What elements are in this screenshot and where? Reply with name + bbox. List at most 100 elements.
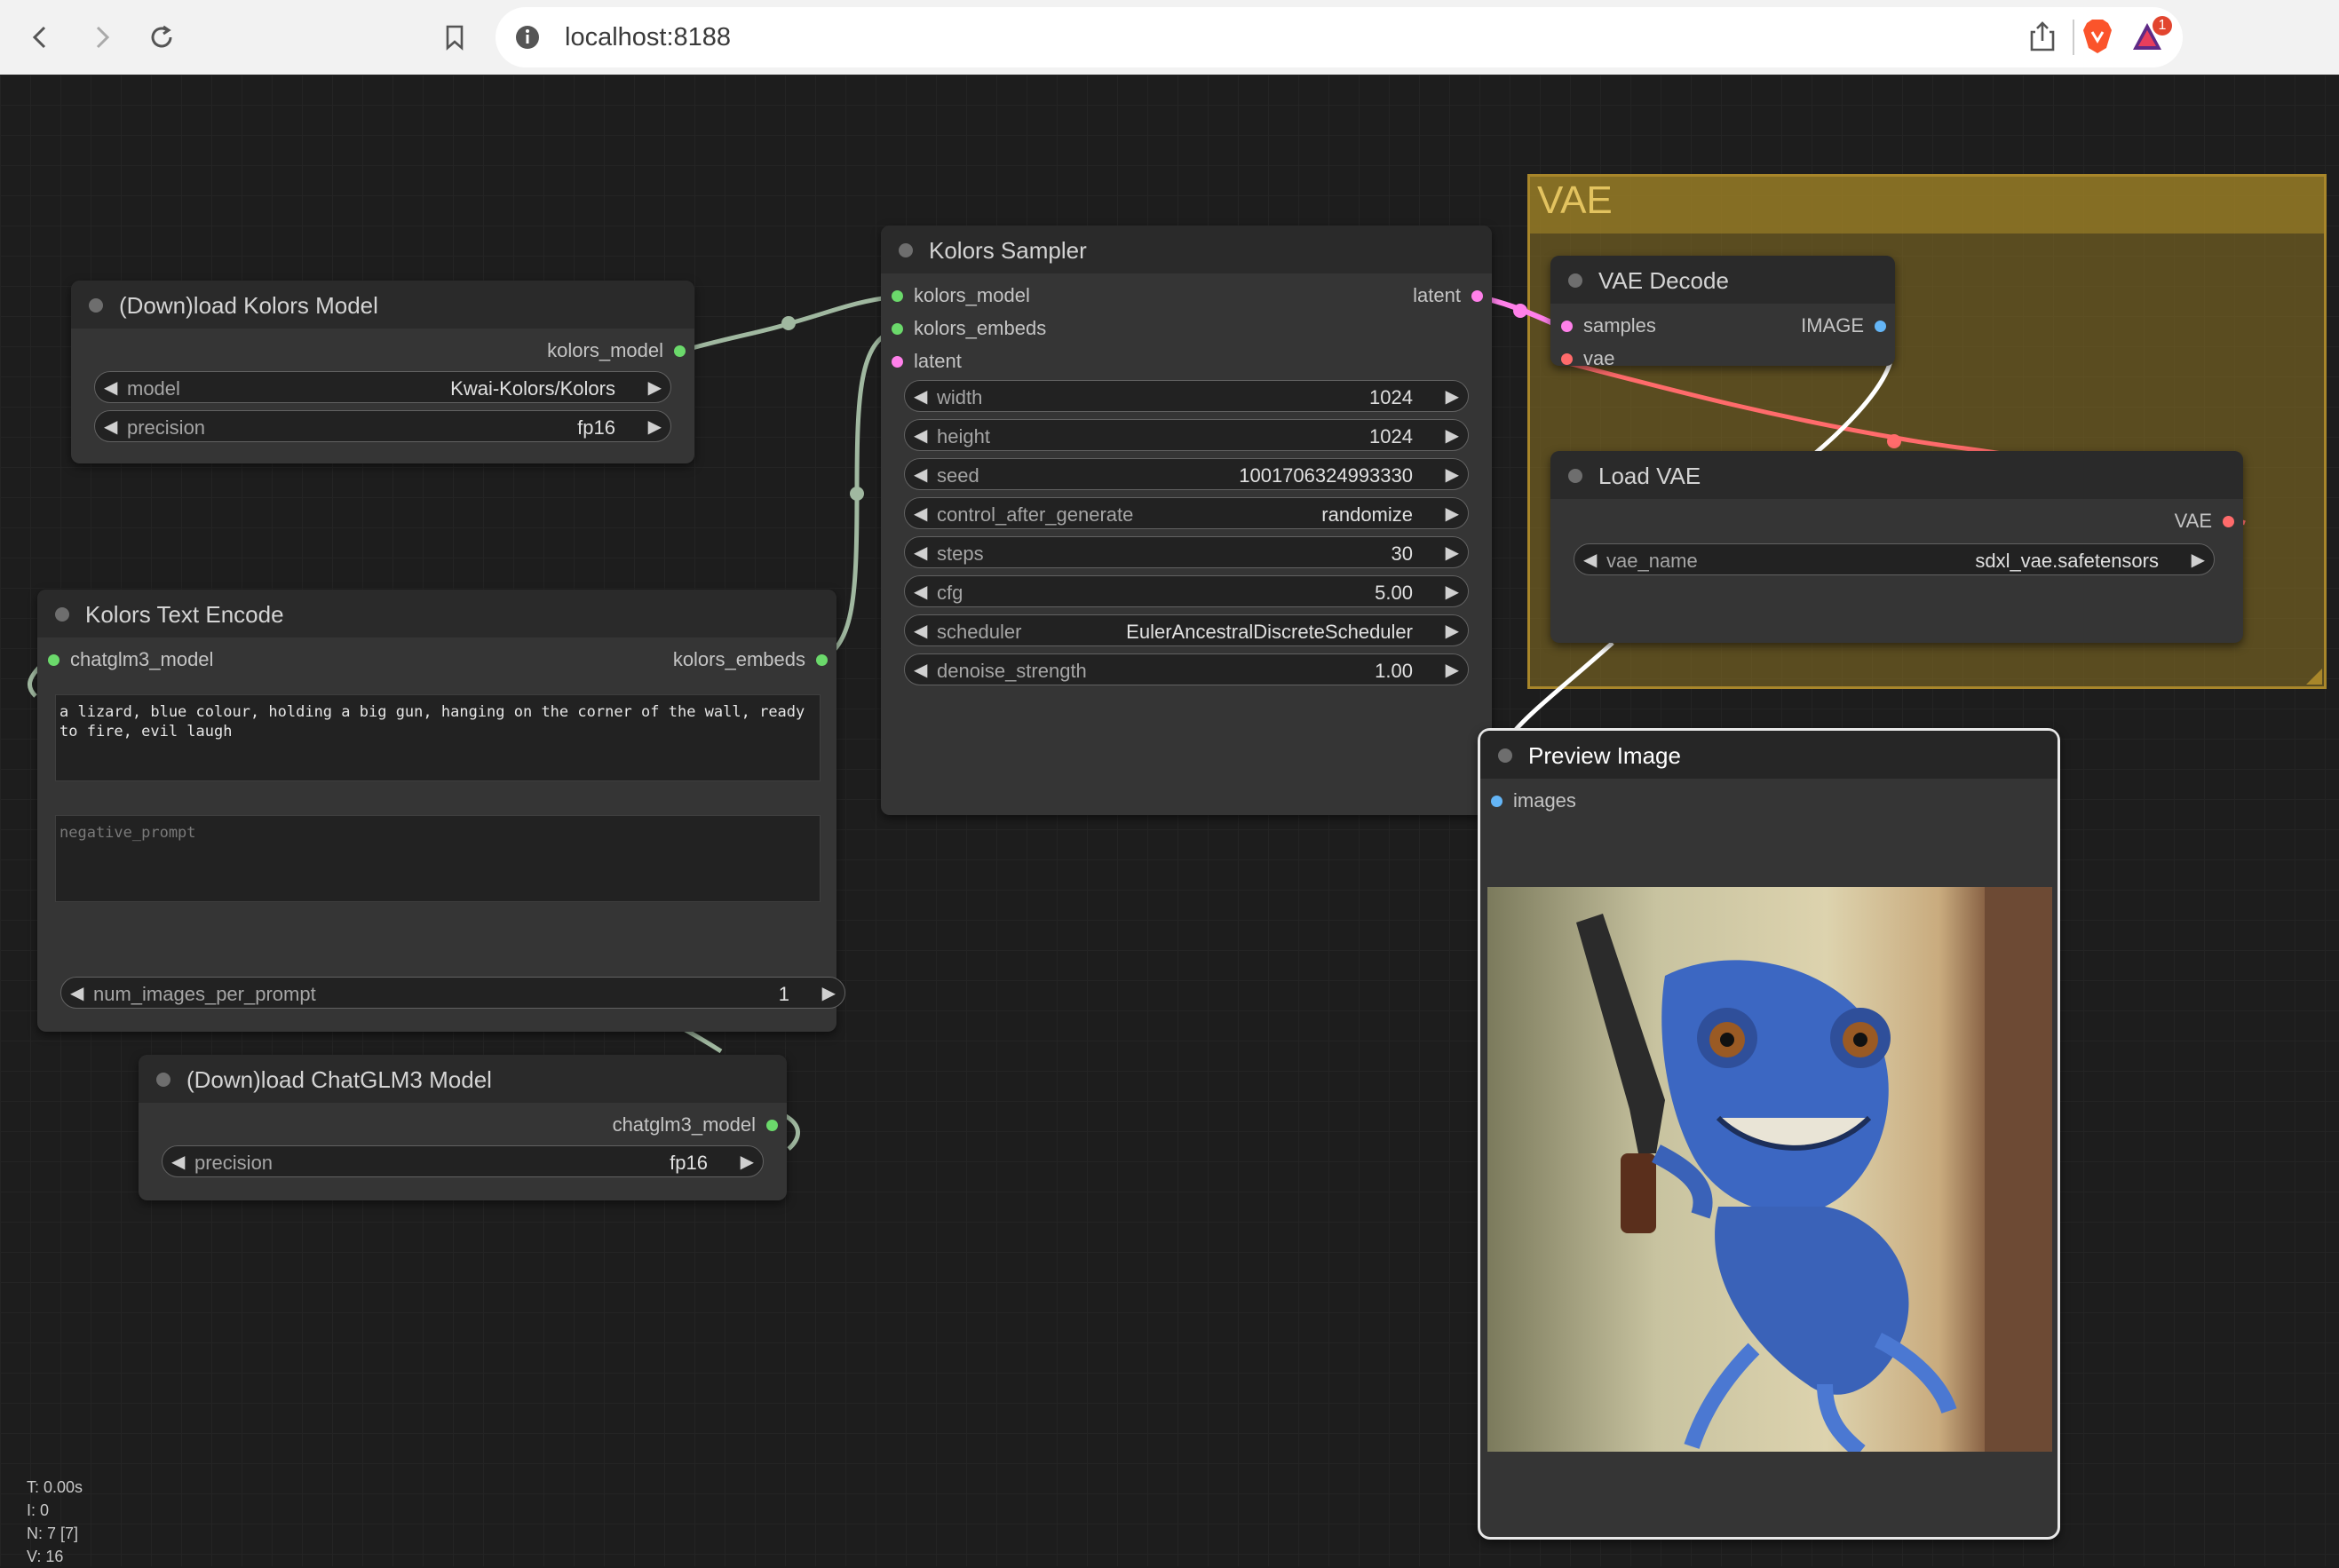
input-dot[interactable] (1561, 352, 1573, 365)
collapse-dot-icon[interactable] (1498, 748, 1512, 763)
node-kolors-sampler[interactable]: Kolors Sampler kolors_model kolors_embed… (881, 226, 1492, 815)
negative-prompt-textarea[interactable]: negative_prompt (55, 815, 821, 902)
node-download-chatglm3-model[interactable]: (Down)load ChatGLM3 Model chatglm3_model… (139, 1055, 787, 1200)
input-vae[interactable]: vae (1561, 345, 1614, 372)
node-preview-image[interactable]: Preview Image images (1478, 728, 2060, 1540)
collapse-dot-icon[interactable] (1568, 469, 1582, 483)
node-title-bar[interactable]: VAE Decode (1550, 256, 1895, 304)
widget-precision[interactable]: ◀ precision fp16 ▶ (94, 410, 671, 442)
collapse-dot-icon[interactable] (89, 298, 103, 313)
input-kolors-model[interactable]: kolors_model (892, 282, 1030, 309)
link-midpoint[interactable] (850, 487, 864, 501)
increment-arrow-icon[interactable]: ▶ (1446, 463, 1459, 486)
decrement-arrow-icon[interactable]: ◀ (914, 659, 927, 681)
increment-arrow-icon[interactable]: ▶ (1446, 503, 1459, 525)
widget-height[interactable]: ◀ height 1024 ▶ (904, 419, 1469, 451)
output-chatglm3-model[interactable]: chatglm3_model (613, 1112, 778, 1138)
widget-scheduler[interactable]: ◀ scheduler EulerAncestralDiscreteSchedu… (904, 614, 1469, 646)
output-kolors-model[interactable]: kolors_model (547, 337, 686, 364)
increment-arrow-icon[interactable]: ▶ (1446, 581, 1459, 603)
preview-image-lizard[interactable] (1487, 887, 2052, 1452)
input-dot[interactable] (892, 355, 903, 368)
increment-arrow-icon[interactable]: ▶ (741, 1151, 754, 1173)
widget-cfg[interactable]: ◀ cfg 5.00 ▶ (904, 575, 1469, 607)
prompt-textarea[interactable]: a lizard, blue colour, holding a big gun… (55, 694, 821, 781)
decrement-arrow-icon[interactable]: ◀ (914, 542, 927, 564)
decrement-arrow-icon[interactable]: ◀ (1583, 549, 1597, 571)
widget-steps[interactable]: ◀ steps 30 ▶ (904, 536, 1469, 568)
node-title-bar[interactable]: Kolors Sampler (881, 226, 1492, 273)
forward-icon[interactable] (82, 18, 121, 57)
input-samples[interactable]: samples (1561, 313, 1656, 339)
resize-handle-icon[interactable] (2306, 669, 2322, 685)
output-latent[interactable]: latent (1413, 282, 1483, 309)
bookmark-icon[interactable] (435, 18, 474, 57)
input-dot[interactable] (892, 322, 903, 335)
back-icon[interactable] (21, 18, 60, 57)
input-dot[interactable] (892, 289, 903, 302)
decrement-arrow-icon[interactable]: ◀ (70, 982, 83, 1004)
decrement-arrow-icon[interactable]: ◀ (914, 581, 927, 603)
input-images[interactable]: images (1491, 788, 1576, 814)
reload-icon[interactable] (142, 18, 181, 57)
widget-control-after-generate[interactable]: ◀ control_after_generate randomize ▶ (904, 497, 1469, 529)
widget-seed[interactable]: ◀ seed 1001706324993330 ▶ (904, 458, 1469, 490)
node-title-bar[interactable]: Preview Image (1480, 731, 2058, 779)
increment-arrow-icon[interactable]: ▶ (648, 416, 662, 438)
widget-vae-name[interactable]: ◀ vae_name sdxl_vae.safetensors ▶ (1574, 543, 2215, 575)
increment-arrow-icon[interactable]: ▶ (1446, 620, 1459, 642)
link-midpoint[interactable] (1513, 304, 1527, 318)
output-dot[interactable] (1471, 289, 1483, 302)
input-dot[interactable] (1491, 795, 1503, 807)
brave-rewards-icon[interactable]: 1 (2131, 16, 2172, 59)
input-chatglm3-model[interactable]: chatglm3_model (48, 646, 213, 673)
decrement-arrow-icon[interactable]: ◀ (171, 1151, 185, 1173)
increment-arrow-icon[interactable]: ▶ (1446, 542, 1459, 564)
brave-icon[interactable] (2081, 18, 2113, 59)
node-kolors-text-encode[interactable]: Kolors Text Encode chatglm3_model kolors… (37, 590, 845, 1032)
address-bar[interactable]: localhost:8188 1 (496, 7, 2183, 67)
decrement-arrow-icon[interactable]: ◀ (104, 376, 117, 399)
input-kolors-embeds[interactable]: kolors_embeds (892, 315, 1046, 342)
node-vae-decode[interactable]: VAE Decode samples vae IMAGE (1550, 256, 1895, 369)
output-vae[interactable]: VAE (2175, 508, 2234, 535)
link-midpoint[interactable] (781, 316, 796, 330)
node-title-bar[interactable]: Kolors Text Encode (37, 590, 836, 637)
output-kolors-embeds[interactable]: kolors_embeds (673, 646, 828, 673)
decrement-arrow-icon[interactable]: ◀ (914, 424, 927, 447)
output-dot[interactable] (766, 1119, 778, 1131)
collapse-dot-icon[interactable] (1568, 273, 1582, 288)
increment-arrow-icon[interactable]: ▶ (2192, 549, 2205, 571)
increment-arrow-icon[interactable]: ▶ (1446, 424, 1459, 447)
output-image[interactable]: IMAGE (1801, 313, 1886, 339)
node-title-bar[interactable]: (Down)load ChatGLM3 Model (139, 1055, 787, 1103)
input-latent[interactable]: latent (892, 348, 962, 375)
widget-num-images-per-prompt[interactable]: ◀ num_images_per_prompt 1 ▶ (60, 977, 845, 1009)
widget-width[interactable]: ◀ width 1024 ▶ (904, 380, 1469, 412)
widget-denoise-strength[interactable]: ◀ denoise_strength 1.00 ▶ (904, 653, 1469, 685)
decrement-arrow-icon[interactable]: ◀ (914, 385, 927, 408)
node-title-bar[interactable]: Load VAE (1550, 451, 2243, 499)
widget-precision[interactable]: ◀ precision fp16 ▶ (162, 1145, 764, 1177)
node-download-kolors-model[interactable]: (Down)load Kolors Model kolors_model ◀ m… (71, 281, 694, 463)
increment-arrow-icon[interactable]: ▶ (1446, 659, 1459, 681)
graph-canvas[interactable]: VAE (Down)load Kolors Model kolors_model… (0, 75, 2339, 1566)
output-dot[interactable] (1875, 320, 1886, 332)
node-title-bar[interactable]: (Down)load Kolors Model (71, 281, 694, 329)
vae-group-header[interactable] (1530, 177, 2324, 234)
increment-arrow-icon[interactable]: ▶ (648, 376, 662, 399)
increment-arrow-icon[interactable]: ▶ (1446, 385, 1459, 408)
output-dot[interactable] (674, 344, 686, 357)
decrement-arrow-icon[interactable]: ◀ (914, 463, 927, 486)
output-dot[interactable] (816, 653, 828, 666)
input-dot[interactable] (48, 653, 59, 666)
widget-model[interactable]: ◀ model Kwai-Kolors/Kolors ▶ (94, 371, 671, 403)
decrement-arrow-icon[interactable]: ◀ (104, 416, 117, 438)
share-icon[interactable] (2028, 20, 2057, 58)
collapse-dot-icon[interactable] (899, 243, 913, 257)
site-info-icon[interactable] (513, 23, 542, 56)
output-dot[interactable] (2223, 515, 2234, 527)
collapse-dot-icon[interactable] (55, 607, 69, 622)
increment-arrow-icon[interactable]: ▶ (822, 982, 836, 1004)
node-load-vae[interactable]: Load VAE VAE ◀ vae_name sdxl_vae.safeten… (1550, 451, 2243, 643)
